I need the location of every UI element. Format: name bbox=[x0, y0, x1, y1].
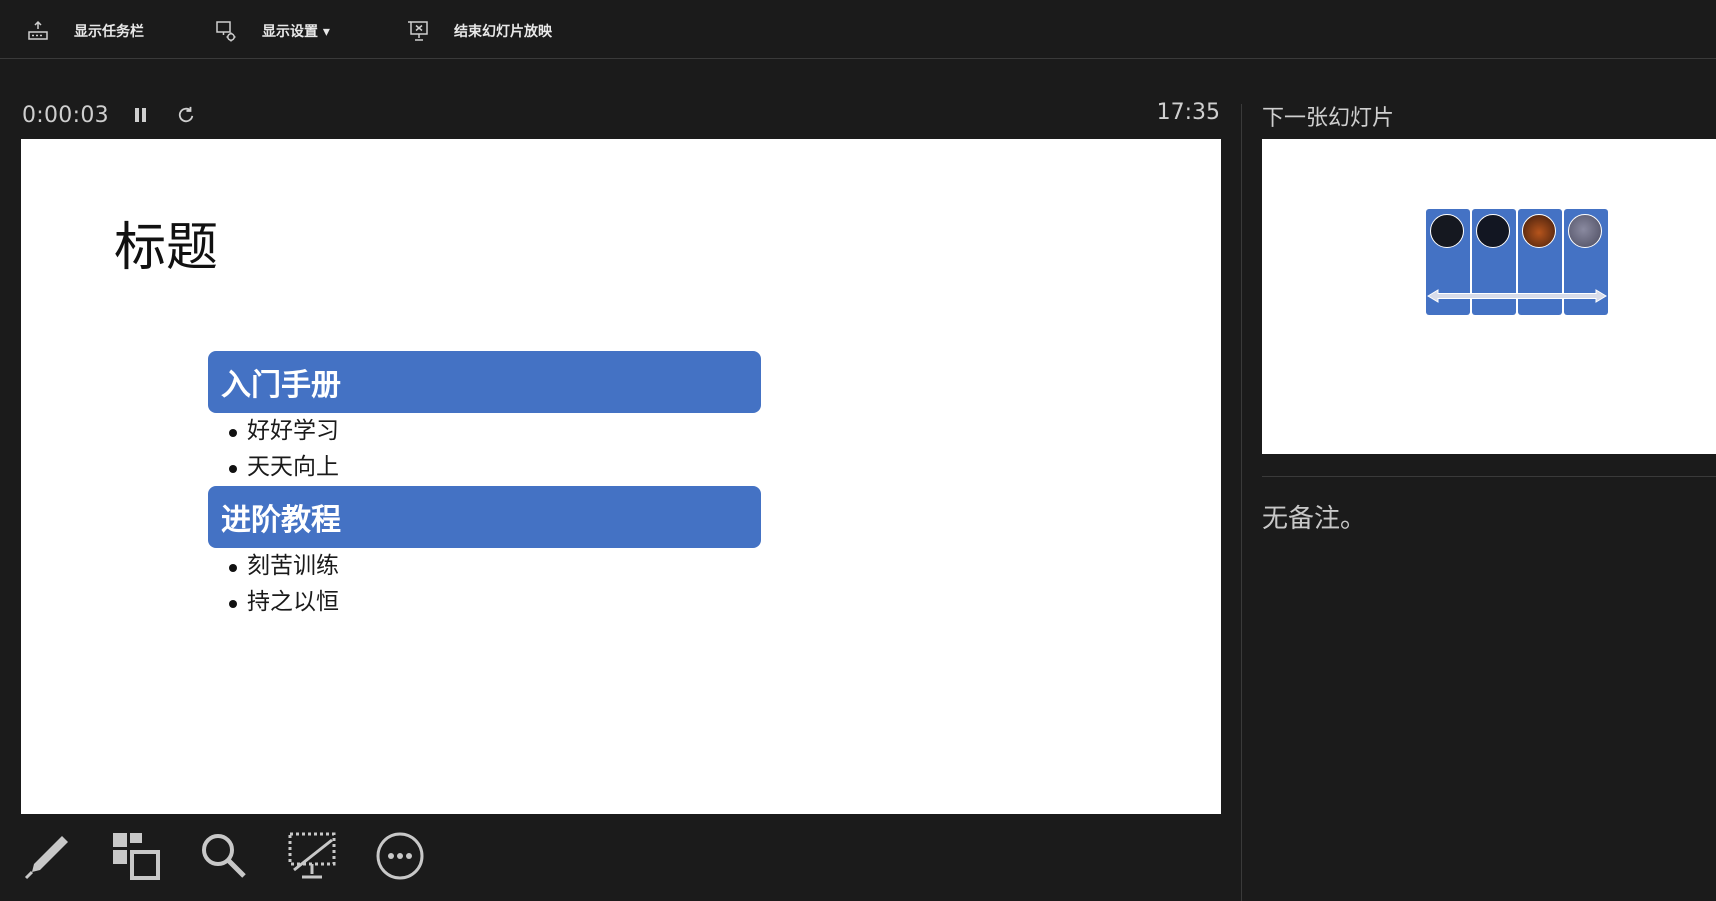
end-show-label: 结束幻灯片放映 bbox=[454, 24, 552, 40]
top-toolbar: 显示任务栏 显示设置 ▾ 结束幻灯片放映 bbox=[0, 0, 1716, 59]
slide-title: 标题 bbox=[114, 218, 219, 278]
thumb-photo bbox=[1568, 214, 1602, 248]
all-slides-icon[interactable] bbox=[110, 830, 162, 882]
bullet-list: 刻苦训练 持之以恒 bbox=[229, 548, 339, 620]
presenter-tools bbox=[22, 828, 426, 884]
bullet-item: 天天向上 bbox=[229, 449, 339, 485]
next-slide-thumbnail[interactable] bbox=[1262, 139, 1716, 454]
bullet-item: 持之以恒 bbox=[229, 584, 339, 620]
end-show-icon bbox=[406, 19, 430, 43]
display-settings-label: 显示设置 ▾ bbox=[262, 24, 330, 40]
current-slide[interactable]: 标题 入门手册 好好学习 天天向上 进阶教程 刻苦训练 持之以恒 bbox=[21, 139, 1221, 814]
thumb-photo bbox=[1476, 214, 1510, 248]
display-settings-button[interactable]: 显示设置 ▾ bbox=[214, 18, 330, 44]
current-time: 17:35 bbox=[1156, 100, 1220, 125]
zoom-icon[interactable] bbox=[198, 830, 250, 882]
display-settings-icon bbox=[214, 19, 238, 43]
pause-icon[interactable] bbox=[133, 106, 149, 124]
restart-icon[interactable] bbox=[177, 106, 195, 124]
notes-divider bbox=[1262, 476, 1716, 477]
section-heading: 入门手册 bbox=[208, 351, 761, 413]
bullet-item: 刻苦训练 bbox=[229, 548, 339, 584]
show-taskbar-label: 显示任务栏 bbox=[74, 24, 144, 40]
next-slide-label: 下一张幻灯片 bbox=[1262, 106, 1395, 131]
speaker-notes: 无备注。 bbox=[1262, 504, 1367, 534]
end-show-button[interactable]: 结束幻灯片放映 bbox=[406, 18, 552, 44]
bullet-item: 好好学习 bbox=[229, 413, 339, 449]
black-screen-icon[interactable] bbox=[286, 830, 338, 882]
more-options-icon[interactable] bbox=[374, 830, 426, 882]
bullet-list: 好好学习 天天向上 bbox=[229, 413, 339, 485]
section-heading: 进阶教程 bbox=[208, 486, 761, 548]
thumb-photo bbox=[1430, 214, 1464, 248]
elapsed-timer: 0:00:03 bbox=[22, 102, 109, 128]
thumb-photo bbox=[1522, 214, 1556, 248]
pen-icon[interactable] bbox=[22, 830, 74, 882]
show-taskbar-button[interactable]: 显示任务栏 bbox=[26, 18, 144, 44]
timer-bar: 0:00:03 bbox=[22, 100, 195, 130]
double-arrow-icon bbox=[1427, 289, 1607, 303]
taskbar-icon bbox=[26, 19, 50, 43]
pane-divider bbox=[1241, 104, 1242, 901]
